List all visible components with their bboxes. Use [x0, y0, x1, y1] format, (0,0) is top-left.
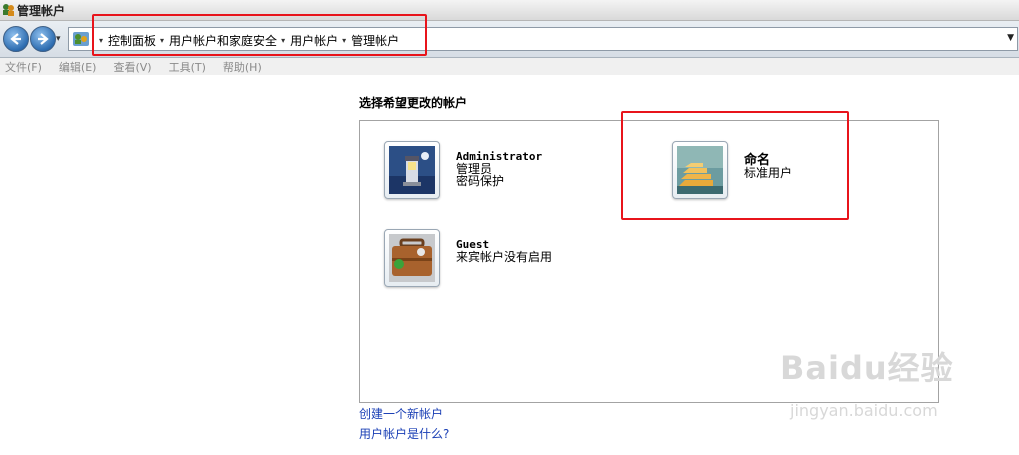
control-panel-icon: [73, 32, 89, 46]
account-naming[interactable]: 命名 标准用户: [672, 141, 792, 199]
watermark: Baidu经验 jingyan.baidu.com: [780, 343, 954, 420]
breadcrumb-arrow-icon[interactable]: ▾: [99, 36, 103, 45]
watermark-brand: Baidu经验: [780, 349, 954, 387]
menu-bar: 文件(F) 编辑(E) 查看(V) 工具(T) 帮助(H): [0, 58, 1019, 75]
breadcrumb-arrow-icon[interactable]: ▾: [342, 36, 346, 45]
account-status: 来宾帐户没有启用: [456, 250, 553, 264]
breadcrumb-arrow-icon[interactable]: ▾: [281, 36, 285, 45]
menu-tools[interactable]: 工具(T): [169, 59, 206, 75]
stairs-picture-icon: [677, 146, 723, 194]
address-dropdown-icon[interactable]: ▼: [1007, 33, 1014, 43]
menu-edit[interactable]: 编辑(E): [59, 59, 97, 75]
title-bar: 管理帐户: [0, 0, 1019, 21]
back-arrow-icon: [10, 33, 21, 45]
forward-button[interactable]: [30, 26, 56, 52]
account-administrator[interactable]: Administrator 管理员 密码保护: [384, 141, 542, 199]
account-type: 标准用户: [744, 166, 793, 180]
menu-view[interactable]: 查看(V): [113, 59, 151, 75]
recent-pages-chevron-icon[interactable]: ▾: [56, 34, 66, 44]
breadcrumb-manage-accounts[interactable]: 管理帐户: [351, 32, 399, 49]
address-bar: ▾ ▾ 控制面板 ▾ 用户帐户和家庭安全 ▾ 用户帐户 ▾ 管理帐户 ▼: [0, 21, 1019, 58]
suitcase-picture-icon: [389, 234, 435, 282]
account-picture: [384, 141, 440, 199]
breadcrumb-user-accounts[interactable]: 用户帐户: [290, 32, 338, 49]
account-password-status: 密码保护: [456, 174, 505, 188]
breadcrumb-control-panel[interactable]: 控制面板: [108, 32, 156, 49]
forward-arrow-icon: [38, 33, 49, 45]
page-title: 选择希望更改的帐户: [359, 96, 468, 110]
breadcrumb-user-accounts-family-safety[interactable]: 用户帐户和家庭安全: [169, 32, 277, 49]
account-picture: [384, 229, 440, 287]
what-is-user-account-link[interactable]: 用户帐户是什么?: [359, 425, 449, 442]
breadcrumb-arrow-icon[interactable]: ▾: [160, 36, 164, 45]
account-picture: [672, 141, 728, 199]
menu-help[interactable]: 帮助(H): [223, 59, 262, 75]
back-button[interactable]: [3, 26, 29, 52]
address-field[interactable]: ▾ 控制面板 ▾ 用户帐户和家庭安全 ▾ 用户帐户 ▾ 管理帐户 ▼: [68, 27, 1018, 51]
user-accounts-icon: [3, 4, 14, 16]
breadcrumb: ▾ 控制面板 ▾ 用户帐户和家庭安全 ▾ 用户帐户 ▾ 管理帐户: [95, 31, 399, 49]
lighthouse-picture-icon: [389, 146, 435, 194]
watermark-url: jingyan.baidu.com: [790, 401, 938, 420]
menu-file[interactable]: 文件(F): [5, 59, 42, 75]
account-guest[interactable]: Guest 来宾帐户没有启用: [384, 229, 552, 287]
window-title: 管理帐户: [17, 4, 66, 18]
create-account-link[interactable]: 创建一个新帐户: [359, 405, 443, 422]
